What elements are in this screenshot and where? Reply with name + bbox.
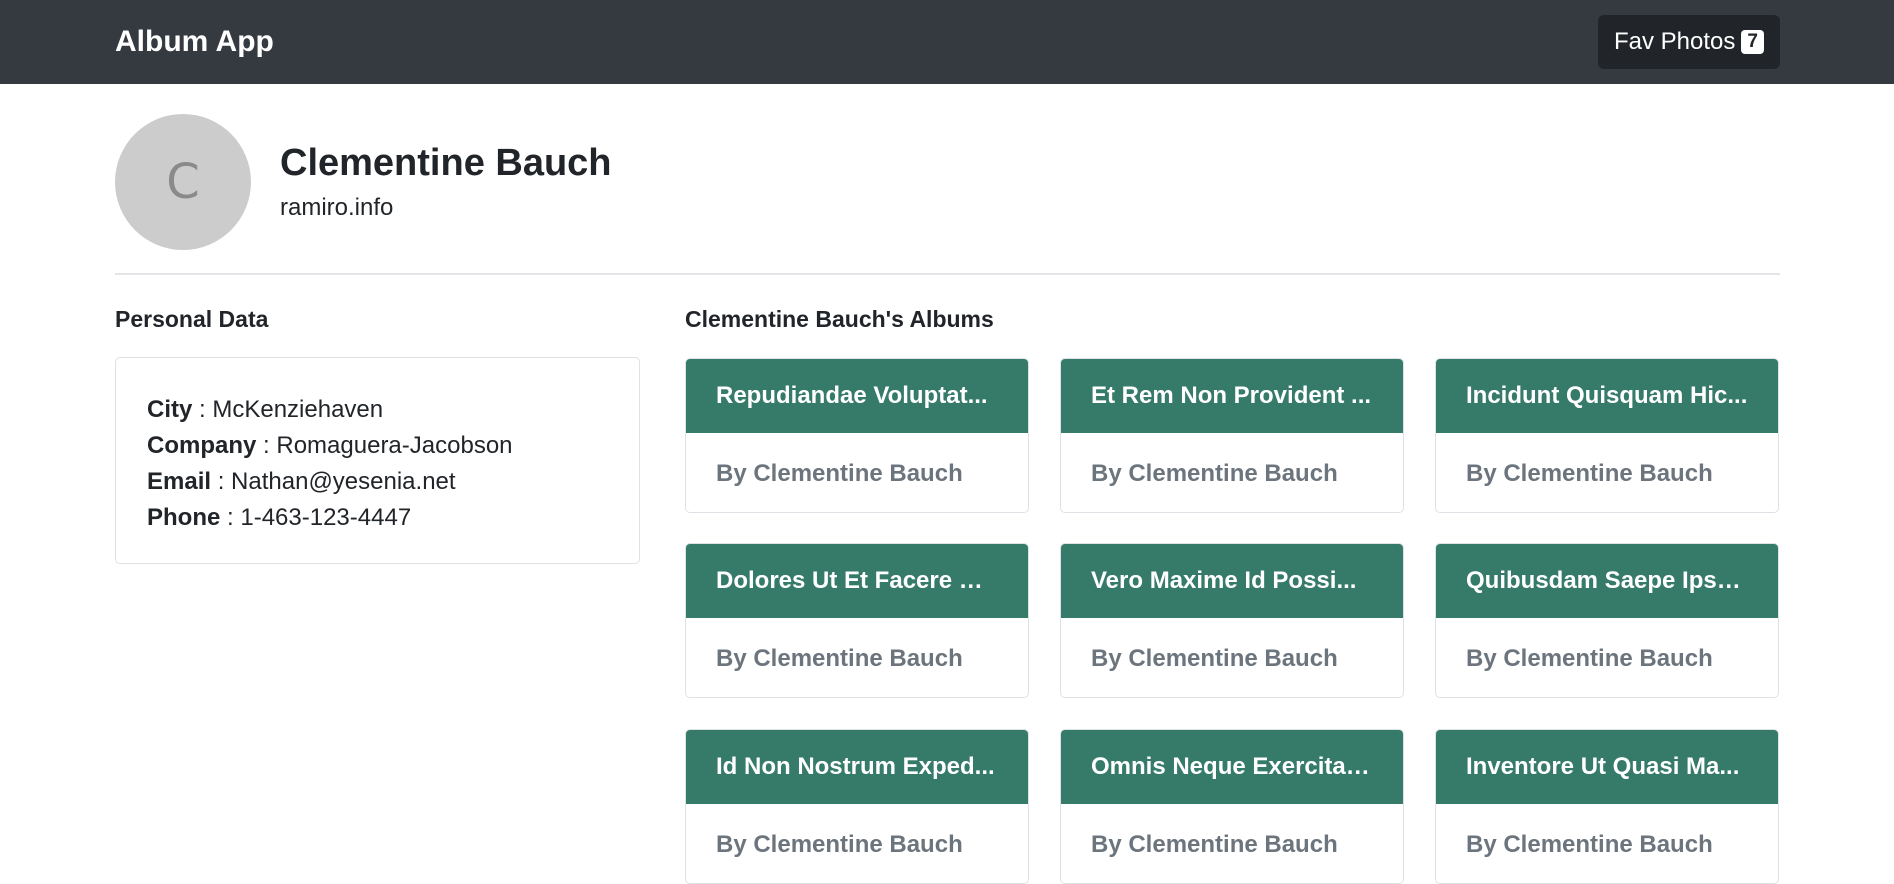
album-card-header: Inventore Ut Quasi Ma... bbox=[1436, 730, 1778, 804]
personal-value: Nathan@yesenia.net bbox=[231, 468, 456, 495]
album-card-body: By Clementine Bauch bbox=[1436, 433, 1778, 512]
album-author: By Clementine Bauch bbox=[1466, 830, 1713, 858]
album-title: Omnis Neque Exercitat... bbox=[1091, 753, 1373, 780]
album-card-header: Incidunt Quisquam Hic... bbox=[1436, 359, 1778, 433]
album-author: By Clementine Bauch bbox=[1091, 830, 1338, 858]
personal-data-heading: Personal Data bbox=[115, 306, 269, 332]
album-card[interactable]: Quibusdam Saepe Ipsa... By Clementine Ba… bbox=[1435, 543, 1779, 698]
fav-photos-label: Fav Photos bbox=[1614, 28, 1736, 55]
user-website: ramiro.info bbox=[280, 194, 394, 221]
album-title: Incidunt Quisquam Hic... bbox=[1466, 382, 1748, 409]
personal-row-city: City : McKenziehaven bbox=[147, 392, 608, 428]
album-card-body: By Clementine Bauch bbox=[1061, 804, 1403, 883]
personal-label: Email bbox=[147, 468, 212, 495]
album-title: Id Non Nostrum Exped... bbox=[716, 753, 995, 780]
album-title: Inventore Ut Quasi Ma... bbox=[1466, 753, 1740, 780]
top-navbar: Album App Fav Photos 7 bbox=[0, 0, 1894, 84]
album-card-body: By Clementine Bauch bbox=[1436, 618, 1778, 697]
album-card[interactable]: Id Non Nostrum Exped... By Clementine Ba… bbox=[685, 729, 1029, 884]
album-card[interactable]: Inventore Ut Quasi Ma... By Clementine B… bbox=[1435, 729, 1779, 884]
albums-heading: Clementine Bauch's Albums bbox=[685, 306, 994, 332]
fav-count-badge: 7 bbox=[1741, 30, 1764, 54]
album-author: By Clementine Bauch bbox=[1466, 459, 1713, 487]
album-card-header: Quibusdam Saepe Ipsa... bbox=[1436, 544, 1778, 618]
album-card[interactable]: Repudiandae Voluptat... By Clementine Ba… bbox=[685, 358, 1029, 513]
header-divider bbox=[115, 273, 1780, 275]
album-card-body: By Clementine Bauch bbox=[686, 804, 1028, 883]
album-card-header: Omnis Neque Exercitat... bbox=[1061, 730, 1403, 804]
album-card-header: Et Rem Non Provident ... bbox=[1061, 359, 1403, 433]
personal-sep: : bbox=[220, 504, 241, 531]
album-title: Repudiandae Voluptat... bbox=[716, 382, 988, 409]
user-name: Clementine Bauch bbox=[280, 142, 612, 184]
personal-sep: : bbox=[211, 468, 232, 495]
album-card[interactable]: Incidunt Quisquam Hic... By Clementine B… bbox=[1435, 358, 1779, 513]
album-card[interactable]: Et Rem Non Provident ... By Clementine B… bbox=[1060, 358, 1404, 513]
album-author: By Clementine Bauch bbox=[1091, 644, 1338, 672]
personal-sep: : bbox=[256, 432, 277, 459]
personal-value: Romaguera-Jacobson bbox=[276, 432, 513, 459]
album-card-body: By Clementine Bauch bbox=[1061, 618, 1403, 697]
album-title: Dolores Ut Et Facere Pl... bbox=[716, 567, 998, 594]
app-brand-link[interactable]: Album App bbox=[115, 24, 274, 60]
album-card-body: By Clementine Bauch bbox=[1061, 433, 1403, 512]
album-card-header: Id Non Nostrum Exped... bbox=[686, 730, 1028, 804]
personal-label: City bbox=[147, 396, 193, 423]
personal-sep: : bbox=[192, 396, 213, 423]
album-author: By Clementine Bauch bbox=[1466, 644, 1713, 672]
avatar: C bbox=[115, 114, 251, 250]
personal-label: Phone bbox=[147, 504, 221, 531]
personal-label: Company bbox=[147, 432, 257, 459]
personal-value: McKenziehaven bbox=[212, 396, 384, 423]
personal-row-company: Company : Romaguera-Jacobson bbox=[147, 428, 608, 464]
fav-photos-button[interactable]: Fav Photos 7 bbox=[1598, 15, 1780, 69]
album-card-header: Repudiandae Voluptat... bbox=[686, 359, 1028, 433]
album-title: Quibusdam Saepe Ipsa... bbox=[1466, 567, 1748, 594]
album-card-body: By Clementine Bauch bbox=[686, 618, 1028, 697]
album-title: Vero Maxime Id Possi... bbox=[1091, 567, 1357, 594]
album-card[interactable]: Dolores Ut Et Facere Pl... By Clementine… bbox=[685, 543, 1029, 698]
personal-value: 1-463-123-4447 bbox=[240, 504, 412, 531]
album-card-header: Dolores Ut Et Facere Pl... bbox=[686, 544, 1028, 618]
album-card-body: By Clementine Bauch bbox=[686, 433, 1028, 512]
album-title: Et Rem Non Provident ... bbox=[1091, 382, 1372, 409]
album-author: By Clementine Bauch bbox=[1091, 459, 1338, 487]
album-card[interactable]: Omnis Neque Exercitat... By Clementine B… bbox=[1060, 729, 1404, 884]
album-card[interactable]: Vero Maxime Id Possi... By Clementine Ba… bbox=[1060, 543, 1404, 698]
personal-row-phone: Phone : 1-463-123-4447 bbox=[147, 500, 608, 536]
album-author: By Clementine Bauch bbox=[716, 830, 963, 858]
avatar-initial: C bbox=[166, 154, 200, 210]
album-author: By Clementine Bauch bbox=[716, 644, 963, 672]
album-card-body: By Clementine Bauch bbox=[1436, 804, 1778, 883]
personal-data-card: City : McKenziehaven Company : Romaguera… bbox=[115, 357, 640, 564]
personal-row-email: Email : Nathan@yesenia.net bbox=[147, 464, 608, 500]
album-author: By Clementine Bauch bbox=[716, 459, 963, 487]
album-card-header: Vero Maxime Id Possi... bbox=[1061, 544, 1403, 618]
